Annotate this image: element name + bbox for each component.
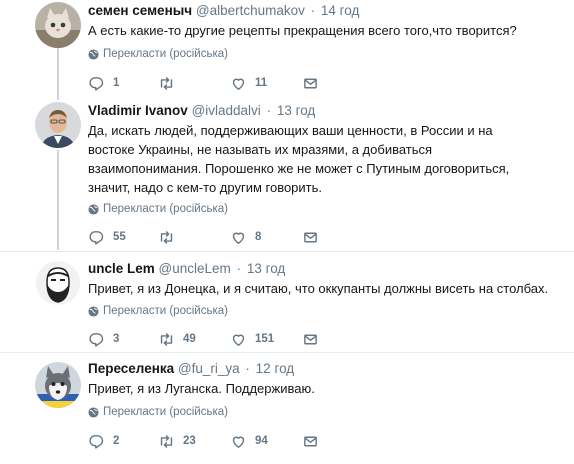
envelope-icon — [304, 232, 317, 242]
translate-link[interactable]: Перекласти (російська) — [88, 305, 562, 317]
globe-icon — [88, 203, 99, 215]
retweet-button[interactable]: 23 — [158, 433, 230, 450]
reply-count: 2 — [113, 435, 120, 447]
dog-avatar-image — [35, 362, 81, 408]
retweet-button[interactable] — [158, 75, 230, 92]
envelope-icon — [304, 78, 317, 88]
dm-button[interactable] — [302, 229, 332, 246]
tweet-actions: 55 8 — [88, 228, 562, 246]
like-count: 8 — [255, 231, 262, 243]
translate-link[interactable]: Перекласти (російська) — [88, 203, 562, 215]
separator-dot: · — [310, 3, 316, 18]
heart-icon — [232, 436, 245, 448]
tweet-header: семен семеныч @albertchumakov · 14 год — [88, 2, 562, 20]
tweet-text: Да, искать людей, поддерживающих ваши це… — [88, 123, 510, 195]
tweet-divider — [0, 352, 574, 353]
tweet-text: Привет, я из Донецка, и я считаю, что ок… — [88, 281, 549, 296]
globe-icon — [88, 48, 99, 60]
tweet-text: Привет, я из Луганска. Поддерживаю. — [88, 381, 315, 396]
display-name[interactable]: uncle Lem — [88, 261, 155, 276]
reply-count: 1 — [113, 77, 120, 89]
translate-label: Перекласти (російська) — [103, 203, 228, 215]
tweet-header: uncle Lem @uncleLem · 13 год — [88, 260, 562, 278]
reply-button[interactable]: 3 — [88, 331, 158, 348]
avatar[interactable] — [35, 260, 81, 306]
translate-link[interactable]: Перекласти (російська) — [88, 406, 562, 418]
retweet-count: 23 — [183, 435, 196, 447]
retweet-button[interactable]: 49 — [158, 331, 230, 348]
tweet-text: А есть какие-то другие рецепты прекращен… — [88, 23, 517, 38]
separator-dot: · — [236, 261, 242, 276]
avatar[interactable] — [35, 102, 81, 148]
timestamp[interactable]: 13 год — [277, 103, 315, 118]
dm-button[interactable] — [302, 75, 332, 92]
tweet-actions: 2 23 94 — [88, 432, 562, 450]
tweet-actions: 1 11 — [88, 74, 562, 92]
heart-icon — [232, 334, 245, 346]
tweet-actions: 3 49 151 — [88, 330, 562, 348]
man-avatar-image — [35, 102, 81, 148]
translate-label: Перекласти (російська) — [103, 48, 228, 60]
like-button[interactable]: 151 — [230, 331, 302, 348]
display-name[interactable]: Переселенка — [88, 361, 174, 376]
dm-button[interactable] — [302, 433, 332, 450]
reply-button[interactable]: 55 — [88, 229, 158, 246]
user-handle[interactable]: @albertchumakov — [196, 3, 305, 18]
envelope-icon — [304, 436, 317, 446]
avatar[interactable] — [35, 2, 81, 48]
heart-icon — [232, 78, 245, 90]
reply-icon — [89, 76, 104, 91]
tweet-header: Переселенка @fu_ri_ya · 12 год — [88, 360, 562, 378]
like-button[interactable]: 94 — [230, 433, 302, 450]
like-count: 151 — [255, 333, 275, 345]
tweet[interactable]: Переселенка @fu_ri_ya · 12 год Привет, я… — [0, 360, 574, 464]
reply-button[interactable]: 1 — [88, 75, 158, 92]
globe-icon — [88, 305, 99, 317]
display-name[interactable]: Vladimir Ivanov — [88, 103, 188, 118]
timestamp[interactable]: 14 год — [321, 3, 359, 18]
reply-icon — [89, 434, 104, 449]
tweet[interactable]: семен семеныч @albertchumakov · 14 год А… — [0, 0, 574, 96]
retweet-button[interactable] — [158, 229, 230, 246]
dm-button[interactable] — [302, 331, 332, 348]
reply-button[interactable]: 2 — [88, 433, 158, 450]
reply-icon — [89, 332, 104, 347]
bearded-avatar-image — [35, 260, 81, 306]
user-handle[interactable]: @ivladdalvi — [192, 103, 261, 118]
retweet-icon — [160, 230, 173, 244]
avatar[interactable] — [35, 362, 81, 408]
tweet[interactable]: Vladimir Ivanov @ivladdalvi · 13 год Да,… — [0, 100, 574, 248]
retweet-icon — [160, 434, 173, 448]
translate-label: Перекласти (російська) — [103, 406, 228, 418]
display-name[interactable]: семен семеныч — [88, 3, 192, 18]
like-count: 94 — [255, 435, 268, 447]
retweet-icon — [160, 332, 173, 346]
tweet-header: Vladimir Ivanov @ivladdalvi · 13 год — [88, 102, 562, 120]
reply-count: 3 — [113, 333, 120, 345]
cat-avatar-image — [35, 2, 81, 48]
timestamp[interactable]: 12 год — [256, 361, 294, 376]
user-handle[interactable]: @uncleLem — [159, 261, 231, 276]
tweet-divider — [0, 251, 574, 252]
reply-icon — [89, 230, 104, 245]
translate-link[interactable]: Перекласти (російська) — [88, 48, 562, 60]
tweet[interactable]: uncle Lem @uncleLem · 13 год Привет, я и… — [0, 258, 574, 350]
retweet-icon — [160, 76, 173, 90]
user-handle[interactable]: @fu_ri_ya — [178, 361, 240, 376]
heart-icon — [232, 232, 245, 244]
retweet-count: 49 — [183, 333, 196, 345]
like-button[interactable]: 8 — [230, 229, 302, 246]
like-count: 11 — [255, 77, 268, 89]
envelope-icon — [304, 334, 317, 344]
reply-count: 55 — [113, 231, 126, 243]
separator-dot: · — [245, 361, 250, 376]
globe-icon — [88, 406, 99, 418]
translate-label: Перекласти (російська) — [103, 305, 228, 317]
separator-dot: · — [266, 103, 272, 118]
like-button[interactable]: 11 — [230, 75, 302, 92]
timestamp[interactable]: 13 год — [247, 261, 285, 276]
